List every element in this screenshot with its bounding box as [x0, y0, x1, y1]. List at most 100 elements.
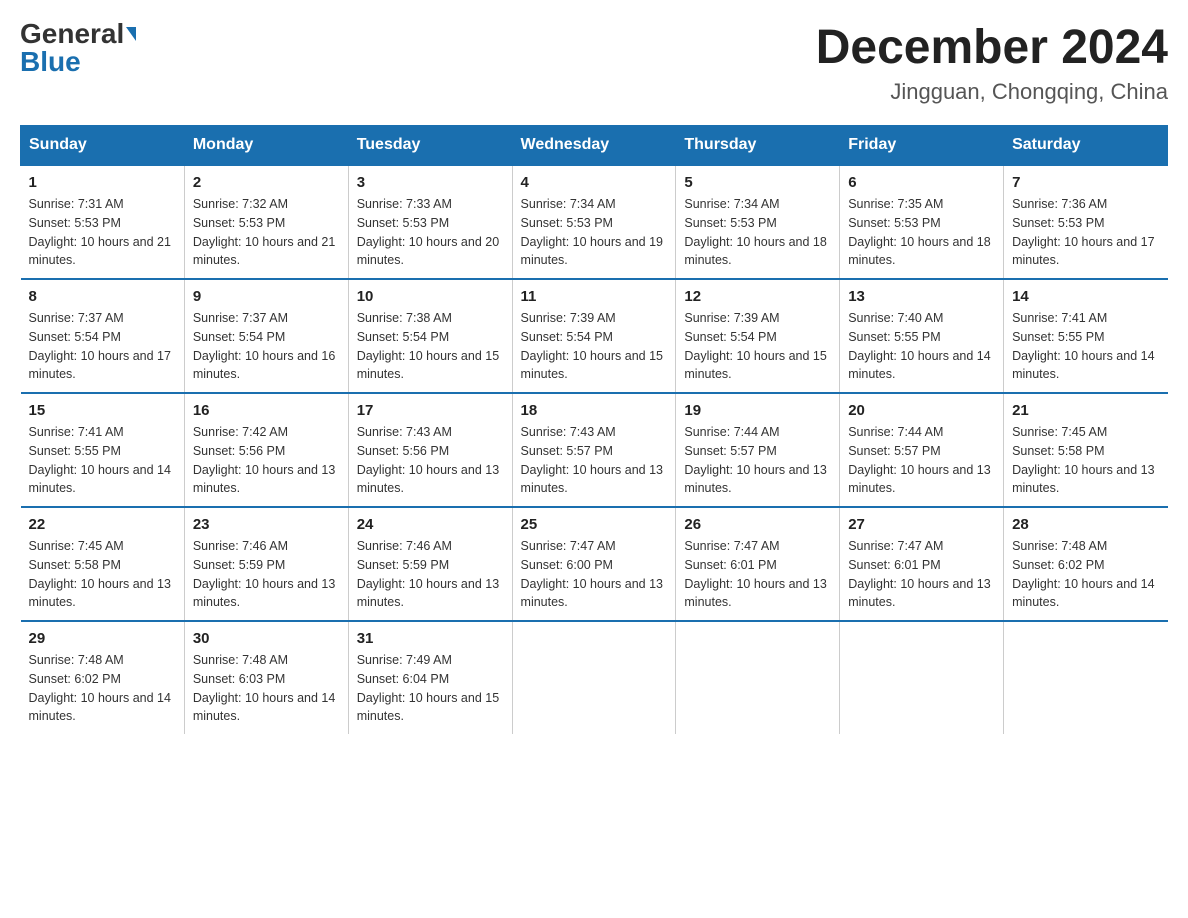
day-cell: 12 Sunrise: 7:39 AMSunset: 5:54 PMDaylig…	[676, 279, 840, 393]
header-tuesday: Tuesday	[348, 126, 512, 166]
day-number: 20	[848, 402, 995, 419]
day-number: 10	[357, 288, 504, 305]
day-number: 7	[1012, 174, 1159, 191]
day-info: Sunrise: 7:39 AMSunset: 5:54 PMDaylight:…	[684, 309, 831, 384]
day-number: 23	[193, 516, 340, 533]
day-cell: 31 Sunrise: 7:49 AMSunset: 6:04 PMDaylig…	[348, 621, 512, 734]
day-cell: 3 Sunrise: 7:33 AMSunset: 5:53 PMDayligh…	[348, 165, 512, 279]
day-info: Sunrise: 7:40 AMSunset: 5:55 PMDaylight:…	[848, 309, 995, 384]
day-info: Sunrise: 7:37 AMSunset: 5:54 PMDaylight:…	[29, 309, 176, 384]
day-cell: 2 Sunrise: 7:32 AMSunset: 5:53 PMDayligh…	[184, 165, 348, 279]
day-cell	[512, 621, 676, 734]
day-info: Sunrise: 7:48 AMSunset: 6:02 PMDaylight:…	[1012, 537, 1159, 612]
day-cell: 10 Sunrise: 7:38 AMSunset: 5:54 PMDaylig…	[348, 279, 512, 393]
day-info: Sunrise: 7:49 AMSunset: 6:04 PMDaylight:…	[357, 651, 504, 726]
day-cell: 13 Sunrise: 7:40 AMSunset: 5:55 PMDaylig…	[840, 279, 1004, 393]
day-cell: 9 Sunrise: 7:37 AMSunset: 5:54 PMDayligh…	[184, 279, 348, 393]
day-cell: 8 Sunrise: 7:37 AMSunset: 5:54 PMDayligh…	[21, 279, 185, 393]
day-info: Sunrise: 7:44 AMSunset: 5:57 PMDaylight:…	[848, 423, 995, 498]
header-row: SundayMondayTuesdayWednesdayThursdayFrid…	[21, 126, 1168, 166]
day-cell: 23 Sunrise: 7:46 AMSunset: 5:59 PMDaylig…	[184, 507, 348, 621]
day-cell: 16 Sunrise: 7:42 AMSunset: 5:56 PMDaylig…	[184, 393, 348, 507]
day-info: Sunrise: 7:43 AMSunset: 5:57 PMDaylight:…	[521, 423, 668, 498]
day-number: 12	[684, 288, 831, 305]
day-cell: 4 Sunrise: 7:34 AMSunset: 5:53 PMDayligh…	[512, 165, 676, 279]
header-wednesday: Wednesday	[512, 126, 676, 166]
week-row-3: 15 Sunrise: 7:41 AMSunset: 5:55 PMDaylig…	[21, 393, 1168, 507]
day-cell: 24 Sunrise: 7:46 AMSunset: 5:59 PMDaylig…	[348, 507, 512, 621]
day-number: 17	[357, 402, 504, 419]
day-number: 29	[29, 630, 176, 647]
day-cell: 19 Sunrise: 7:44 AMSunset: 5:57 PMDaylig…	[676, 393, 840, 507]
day-info: Sunrise: 7:35 AMSunset: 5:53 PMDaylight:…	[848, 195, 995, 270]
day-info: Sunrise: 7:41 AMSunset: 5:55 PMDaylight:…	[29, 423, 176, 498]
logo-triangle-icon	[126, 27, 136, 41]
day-info: Sunrise: 7:47 AMSunset: 6:00 PMDaylight:…	[521, 537, 668, 612]
day-info: Sunrise: 7:33 AMSunset: 5:53 PMDaylight:…	[357, 195, 504, 270]
day-info: Sunrise: 7:45 AMSunset: 5:58 PMDaylight:…	[29, 537, 176, 612]
logo: General Blue	[20, 20, 136, 76]
day-info: Sunrise: 7:45 AMSunset: 5:58 PMDaylight:…	[1012, 423, 1159, 498]
day-number: 1	[29, 174, 176, 191]
day-info: Sunrise: 7:34 AMSunset: 5:53 PMDaylight:…	[684, 195, 831, 270]
day-number: 26	[684, 516, 831, 533]
day-info: Sunrise: 7:41 AMSunset: 5:55 PMDaylight:…	[1012, 309, 1159, 384]
day-number: 21	[1012, 402, 1159, 419]
day-cell: 1 Sunrise: 7:31 AMSunset: 5:53 PMDayligh…	[21, 165, 185, 279]
week-row-4: 22 Sunrise: 7:45 AMSunset: 5:58 PMDaylig…	[21, 507, 1168, 621]
day-number: 28	[1012, 516, 1159, 533]
day-cell	[840, 621, 1004, 734]
day-cell	[1004, 621, 1168, 734]
day-cell: 17 Sunrise: 7:43 AMSunset: 5:56 PMDaylig…	[348, 393, 512, 507]
day-number: 2	[193, 174, 340, 191]
day-cell: 27 Sunrise: 7:47 AMSunset: 6:01 PMDaylig…	[840, 507, 1004, 621]
day-info: Sunrise: 7:37 AMSunset: 5:54 PMDaylight:…	[193, 309, 340, 384]
day-info: Sunrise: 7:39 AMSunset: 5:54 PMDaylight:…	[521, 309, 668, 384]
day-info: Sunrise: 7:43 AMSunset: 5:56 PMDaylight:…	[357, 423, 504, 498]
day-info: Sunrise: 7:47 AMSunset: 6:01 PMDaylight:…	[848, 537, 995, 612]
week-row-2: 8 Sunrise: 7:37 AMSunset: 5:54 PMDayligh…	[21, 279, 1168, 393]
day-info: Sunrise: 7:46 AMSunset: 5:59 PMDaylight:…	[193, 537, 340, 612]
day-number: 18	[521, 402, 668, 419]
logo-general-text: General	[20, 20, 124, 48]
title-section: December 2024 Jingguan, Chongqing, China	[816, 20, 1168, 105]
header-thursday: Thursday	[676, 126, 840, 166]
day-number: 16	[193, 402, 340, 419]
logo-blue-text: Blue	[20, 48, 81, 76]
day-cell: 28 Sunrise: 7:48 AMSunset: 6:02 PMDaylig…	[1004, 507, 1168, 621]
day-cell	[676, 621, 840, 734]
day-number: 14	[1012, 288, 1159, 305]
day-info: Sunrise: 7:34 AMSunset: 5:53 PMDaylight:…	[521, 195, 668, 270]
day-info: Sunrise: 7:31 AMSunset: 5:53 PMDaylight:…	[29, 195, 176, 270]
day-cell: 18 Sunrise: 7:43 AMSunset: 5:57 PMDaylig…	[512, 393, 676, 507]
day-cell: 5 Sunrise: 7:34 AMSunset: 5:53 PMDayligh…	[676, 165, 840, 279]
day-number: 3	[357, 174, 504, 191]
day-cell: 7 Sunrise: 7:36 AMSunset: 5:53 PMDayligh…	[1004, 165, 1168, 279]
day-info: Sunrise: 7:32 AMSunset: 5:53 PMDaylight:…	[193, 195, 340, 270]
day-info: Sunrise: 7:47 AMSunset: 6:01 PMDaylight:…	[684, 537, 831, 612]
day-number: 27	[848, 516, 995, 533]
day-info: Sunrise: 7:38 AMSunset: 5:54 PMDaylight:…	[357, 309, 504, 384]
header-monday: Monday	[184, 126, 348, 166]
month-title: December 2024	[816, 20, 1168, 75]
header-sunday: Sunday	[21, 126, 185, 166]
day-cell: 21 Sunrise: 7:45 AMSunset: 5:58 PMDaylig…	[1004, 393, 1168, 507]
day-info: Sunrise: 7:44 AMSunset: 5:57 PMDaylight:…	[684, 423, 831, 498]
calendar-table: SundayMondayTuesdayWednesdayThursdayFrid…	[20, 125, 1168, 734]
day-number: 13	[848, 288, 995, 305]
day-number: 24	[357, 516, 504, 533]
day-cell: 30 Sunrise: 7:48 AMSunset: 6:03 PMDaylig…	[184, 621, 348, 734]
location-text: Jingguan, Chongqing, China	[816, 79, 1168, 105]
day-number: 6	[848, 174, 995, 191]
week-row-5: 29 Sunrise: 7:48 AMSunset: 6:02 PMDaylig…	[21, 621, 1168, 734]
header-saturday: Saturday	[1004, 126, 1168, 166]
page-header: General Blue December 2024 Jingguan, Cho…	[20, 20, 1168, 105]
day-number: 19	[684, 402, 831, 419]
day-number: 11	[521, 288, 668, 305]
day-number: 31	[357, 630, 504, 647]
day-info: Sunrise: 7:48 AMSunset: 6:03 PMDaylight:…	[193, 651, 340, 726]
day-cell: 14 Sunrise: 7:41 AMSunset: 5:55 PMDaylig…	[1004, 279, 1168, 393]
day-cell: 6 Sunrise: 7:35 AMSunset: 5:53 PMDayligh…	[840, 165, 1004, 279]
day-info: Sunrise: 7:48 AMSunset: 6:02 PMDaylight:…	[29, 651, 176, 726]
day-cell: 11 Sunrise: 7:39 AMSunset: 5:54 PMDaylig…	[512, 279, 676, 393]
